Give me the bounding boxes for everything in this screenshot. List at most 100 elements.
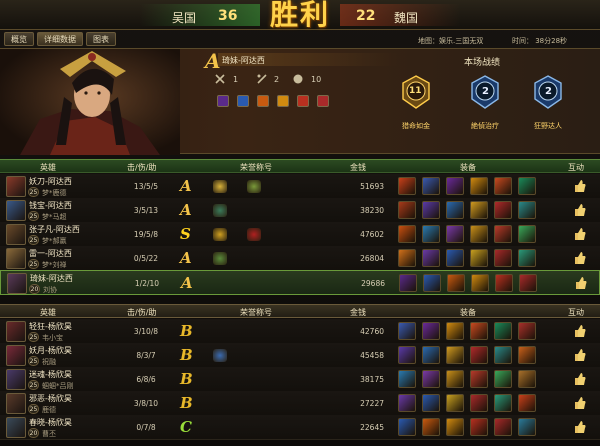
equipment-slot-icon[interactable] (422, 201, 440, 219)
tab-details[interactable]: 详细数据 (37, 32, 83, 46)
equipment-slot-icon[interactable] (518, 322, 536, 340)
equipment-slot-icon[interactable] (495, 274, 513, 292)
equipment-slot-icon[interactable] (446, 201, 464, 219)
equipment-slot-icon[interactable] (447, 274, 465, 292)
equipment-slot-icon[interactable] (398, 370, 416, 388)
equipment-slot-icon[interactable] (422, 177, 440, 195)
honor-title-icon[interactable] (213, 180, 227, 193)
equipment-slot-icon[interactable] (470, 201, 488, 219)
like-icon[interactable] (573, 420, 586, 434)
equipment-slot-icon[interactable] (446, 225, 464, 243)
honor-title-icon[interactable] (247, 228, 261, 241)
hero-avatar[interactable] (6, 345, 26, 366)
honor-title-icon[interactable] (247, 180, 261, 193)
equipment-slot-icon[interactable] (494, 370, 512, 388)
hero-avatar[interactable] (6, 393, 26, 414)
honor-title-icon[interactable] (213, 349, 227, 362)
tab-charts[interactable]: 图表 (86, 32, 116, 46)
equipment-slot-icon[interactable] (398, 177, 416, 195)
equipment-slot-icon[interactable] (518, 346, 536, 364)
table-row[interactable]: 妖月-杨欣昊 25 祝融 8/3/7 B 45458 (0, 343, 600, 368)
hero-avatar[interactable] (6, 417, 26, 438)
hero-equip-4-icon[interactable] (277, 95, 289, 107)
equipment-slot-icon[interactable] (494, 201, 512, 219)
hero-equip-1-icon[interactable] (217, 95, 229, 107)
equipment-slot-icon[interactable] (494, 177, 512, 195)
equipment-slot-icon[interactable] (423, 274, 441, 292)
equipment-slot-icon[interactable] (494, 346, 512, 364)
equipment-slot-icon[interactable] (494, 225, 512, 243)
equipment-slot-icon[interactable] (422, 346, 440, 364)
hero-equip-3-icon[interactable] (257, 95, 269, 107)
equipment-slot-icon[interactable] (518, 394, 536, 412)
equipment-slot-icon[interactable] (446, 394, 464, 412)
like-icon[interactable] (574, 276, 587, 290)
hero-equip-2-icon[interactable] (237, 95, 249, 107)
equipment-slot-icon[interactable] (494, 394, 512, 412)
hero-avatar[interactable] (6, 176, 26, 197)
equipment-slot-icon[interactable] (398, 394, 416, 412)
like-icon[interactable] (573, 251, 586, 265)
equipment-slot-icon[interactable] (470, 418, 488, 436)
equipment-slot-icon[interactable] (494, 249, 512, 267)
equipment-slot-icon[interactable] (471, 274, 489, 292)
equipment-slot-icon[interactable] (398, 249, 416, 267)
equipment-slot-icon[interactable] (518, 418, 536, 436)
equipment-slot-icon[interactable] (518, 201, 536, 219)
equipment-slot-icon[interactable] (422, 418, 440, 436)
table-row[interactable]: 迷魂-杨欣昊 25 蝈蝈*吕刚 6/8/6 B 38175 (0, 367, 600, 392)
equipment-slot-icon[interactable] (398, 418, 416, 436)
equipment-slot-icon[interactable] (518, 249, 536, 267)
equipment-slot-icon[interactable] (446, 418, 464, 436)
equipment-slot-icon[interactable] (470, 394, 488, 412)
equipment-slot-icon[interactable] (470, 249, 488, 267)
table-row[interactable]: 琦妹-阿达西 20 刘协 1/2/10 A 29686 (0, 270, 600, 295)
equipment-slot-icon[interactable] (422, 370, 440, 388)
equipment-slot-icon[interactable] (398, 346, 416, 364)
equipment-slot-icon[interactable] (446, 370, 464, 388)
equipment-slot-icon[interactable] (398, 322, 416, 340)
table-row[interactable]: 钱宝-阿达西 25 梦*马超 3/5/13 A 38230 (0, 198, 600, 223)
equipment-slot-icon[interactable] (519, 274, 537, 292)
equipment-slot-icon[interactable] (446, 346, 464, 364)
equipment-slot-icon[interactable] (446, 322, 464, 340)
equipment-slot-icon[interactable] (470, 177, 488, 195)
honor-title-icon[interactable] (213, 228, 227, 241)
equipment-slot-icon[interactable] (398, 201, 416, 219)
hero-equip-5-icon[interactable] (297, 95, 309, 107)
like-icon[interactable] (573, 179, 586, 193)
like-icon[interactable] (573, 324, 586, 338)
like-icon[interactable] (573, 203, 586, 217)
equipment-slot-icon[interactable] (422, 394, 440, 412)
equipment-slot-icon[interactable] (398, 225, 416, 243)
hero-avatar[interactable] (7, 273, 27, 294)
equipment-slot-icon[interactable] (446, 249, 464, 267)
equipment-slot-icon[interactable] (494, 418, 512, 436)
tab-overview[interactable]: 概览 (4, 32, 34, 46)
equipment-slot-icon[interactable] (399, 274, 417, 292)
honor-title-icon[interactable] (213, 204, 227, 217)
table-row[interactable]: 邪恶-杨欣昊 25 鹿德 3/8/10 B 27227 (0, 391, 600, 416)
equipment-slot-icon[interactable] (470, 322, 488, 340)
table-row[interactable]: 张子凡-阿达西 25 梦*郝赢 19/5/8 S 47602 (0, 222, 600, 247)
equipment-slot-icon[interactable] (518, 177, 536, 195)
hero-avatar[interactable] (6, 369, 26, 390)
table-row[interactable]: 妖刀-阿达西 25 梦*鹿德 13/5/5 A 51693 (0, 174, 600, 199)
hero-avatar[interactable] (6, 224, 26, 245)
equipment-slot-icon[interactable] (518, 370, 536, 388)
hero-avatar[interactable] (6, 248, 26, 269)
equipment-slot-icon[interactable] (470, 225, 488, 243)
like-icon[interactable] (573, 227, 586, 241)
table-row[interactable]: 轻狂-杨欣昊 25 韦小宝 3/10/8 B 42760 (0, 319, 600, 344)
equipment-slot-icon[interactable] (518, 225, 536, 243)
equipment-slot-icon[interactable] (494, 322, 512, 340)
equipment-slot-icon[interactable] (422, 322, 440, 340)
equipment-slot-icon[interactable] (470, 370, 488, 388)
hero-avatar[interactable] (6, 200, 26, 221)
equipment-slot-icon[interactable] (470, 346, 488, 364)
equipment-slot-icon[interactable] (422, 225, 440, 243)
equipment-slot-icon[interactable] (446, 177, 464, 195)
table-row[interactable]: 雷一-阿达西 25 梦*刘禅 0/5/22 A 26804 (0, 246, 600, 271)
hero-equip-6-icon[interactable] (317, 95, 329, 107)
like-icon[interactable] (573, 396, 586, 410)
